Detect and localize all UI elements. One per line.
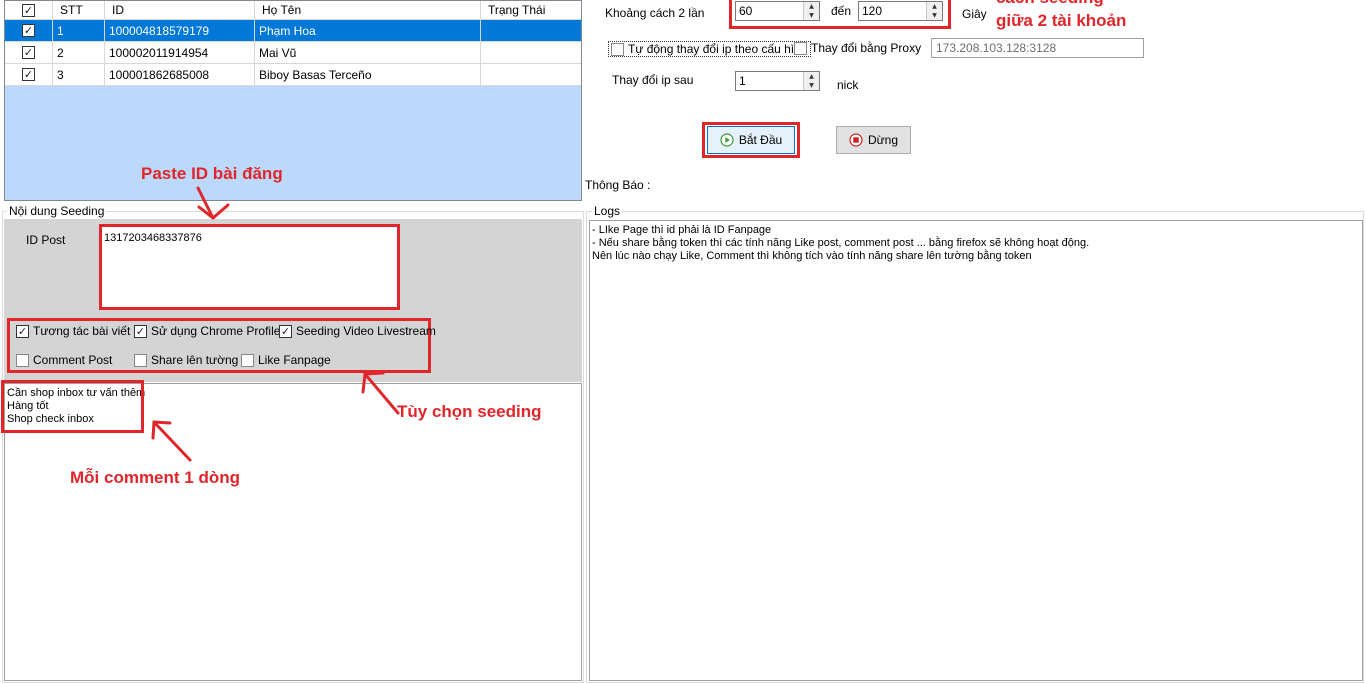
option-comment-post[interactable]: Comment Post [16, 353, 112, 367]
change-ip-value[interactable]: 1 [739, 74, 746, 88]
check-icon[interactable]: ✓ [22, 3, 35, 17]
annotation-paste-id: Paste ID bài đăng [141, 164, 283, 183]
table-row[interactable]: ✓ 1 100004818579179 Phạm Hoa [5, 20, 581, 42]
seeding-group-title: Nội dung Seeding [7, 204, 107, 218]
row-name: Phạm Hoa [255, 20, 481, 41]
interval-to-stepper[interactable]: 120 ▲ ▼ [858, 1, 943, 21]
proxy-input[interactable]: 173.208.103.128:3128 [931, 38, 1144, 58]
grid-header-row: ✓ STT ID Họ Tên Trạng Thái [5, 1, 581, 20]
header-name[interactable]: Họ Tên [255, 1, 481, 19]
row-checkbox[interactable]: ✓ [5, 42, 53, 63]
start-label: Bắt Đầu [738, 133, 783, 147]
header-stt[interactable]: STT [53, 1, 105, 19]
row-name: Mai Vũ [255, 42, 481, 63]
logs-group-title: Logs [592, 204, 623, 218]
notice-label: Thông Báo : [585, 178, 651, 192]
spin-up-icon[interactable]: ▲ [804, 2, 819, 11]
row-checkbox[interactable]: ✓ [5, 64, 53, 85]
checkbox-icon[interactable] [134, 353, 147, 367]
play-icon [720, 133, 734, 147]
check-icon[interactable]: ✓ [22, 68, 35, 81]
annotation-options: Tùy chọn seeding [397, 402, 542, 421]
start-button[interactable]: Bắt Đầu [707, 126, 795, 154]
check-icon[interactable]: ✓ [22, 46, 35, 59]
auto-ip-option[interactable]: Tự động thay đổi ip theo cấu hình [608, 41, 811, 57]
interval-label: Khoảng cách 2 lần [605, 6, 705, 20]
id-post-highlight-box [99, 224, 400, 310]
stop-icon [849, 133, 863, 147]
interval-unit: Giây [962, 7, 987, 21]
option-livestream-label: Seeding Video Livestream [296, 324, 436, 338]
comments-highlight-box [1, 380, 144, 433]
change-ip-unit: nick [837, 78, 859, 92]
row-name: Biboy Basas Terceño [255, 64, 481, 85]
seeding-options-panel: ID Post 1317203468337876 ✓ Tương tác bài… [4, 219, 582, 382]
row-stt: 3 [53, 64, 105, 85]
option-share-wall[interactable]: Share lên tường [134, 353, 238, 367]
checkbox-icon[interactable] [241, 353, 254, 367]
row-checkbox[interactable]: ✓ [5, 20, 53, 41]
table-row[interactable]: ✓ 2 100002011914954 Mai Vũ [5, 42, 581, 64]
proxy-label: Thay đổi bằng Proxy [811, 41, 922, 55]
option-chrome-profile-label: Sử dụng Chrome Profile [151, 324, 281, 338]
option-livestream[interactable]: ✓ Seeding Video Livestream [279, 324, 436, 338]
checkbox-icon[interactable] [611, 42, 624, 56]
interval-from-stepper[interactable]: 60 ▲ ▼ [735, 1, 820, 21]
log-line: Nên lúc nào chạy Like, Comment thì không… [592, 250, 1032, 262]
change-ip-stepper[interactable]: 1 ▲ ▼ [735, 71, 820, 91]
row-id: 100002011914954 [105, 42, 255, 63]
spin-buttons[interactable]: ▲ ▼ [803, 2, 819, 20]
stop-label: Dừng [867, 133, 899, 147]
row-stt: 2 [53, 42, 105, 63]
option-chrome-profile[interactable]: ✓ Sử dụng Chrome Profile [134, 324, 280, 338]
checkbox-icon[interactable] [16, 353, 29, 367]
header-select-all[interactable]: ✓ [5, 1, 53, 19]
spin-buttons[interactable]: ▲ ▼ [803, 72, 819, 90]
accounts-grid[interactable]: ✓ STT ID Họ Tên Trạng Thái ✓ 1 100004818… [4, 0, 582, 201]
spin-buttons[interactable]: ▲ ▼ [926, 2, 942, 20]
row-status [481, 42, 581, 63]
option-share-wall-label: Share lên tường [151, 353, 239, 367]
red-arrow-icon [361, 371, 400, 415]
proxy-option[interactable]: Thay đổi bằng Proxy [794, 41, 921, 55]
log-line: - Nếu share bằng token thì các tính năng… [592, 237, 1090, 249]
check-icon[interactable]: ✓ [16, 324, 29, 338]
option-like-fanpage[interactable]: Like Fanpage [241, 353, 331, 367]
stop-button[interactable]: Dừng [836, 126, 911, 154]
id-post-label: ID Post [26, 233, 66, 247]
row-status [481, 20, 581, 41]
option-interact-label: Tương tác bài viết [33, 324, 131, 338]
spin-up-icon[interactable]: ▲ [804, 72, 819, 81]
header-id[interactable]: ID [105, 1, 255, 19]
option-like-fanpage-label: Like Fanpage [258, 353, 331, 367]
spin-down-icon[interactable]: ▼ [804, 81, 819, 90]
red-arrow-icon [196, 186, 230, 220]
interval-to-label: đến [831, 4, 852, 18]
interval-to-value[interactable]: 120 [862, 4, 882, 18]
check-icon[interactable]: ✓ [134, 324, 147, 338]
row-id: 100001862685008 [105, 64, 255, 85]
log-line: - LIke Page thì id phải là ID Fanpage [592, 224, 772, 236]
row-id: 100004818579179 [105, 20, 255, 41]
spin-down-icon[interactable]: ▼ [804, 11, 819, 20]
row-status [481, 64, 581, 85]
checkbox-icon[interactable] [794, 41, 807, 55]
check-icon[interactable]: ✓ [279, 324, 292, 338]
red-arrow-icon [151, 420, 192, 462]
spin-down-icon[interactable]: ▼ [927, 11, 942, 20]
row-stt: 1 [53, 20, 105, 41]
annotation-one-per-line: Mỗi comment 1 dòng [70, 468, 240, 487]
spin-up-icon[interactable]: ▲ [927, 2, 942, 11]
logs-textarea[interactable]: - LIke Page thì id phải là ID Fanpage - … [589, 220, 1363, 681]
annotation-interval-line2: giữa 2 tài khoản [996, 11, 1127, 30]
option-comment-post-label: Comment Post [33, 353, 113, 367]
interval-from-value[interactable]: 60 [739, 4, 752, 18]
auto-ip-label: Tự động thay đổi ip theo cấu hình [628, 42, 808, 56]
check-icon[interactable]: ✓ [22, 24, 35, 37]
change-ip-label: Thay đổi ip sau [612, 73, 694, 87]
option-interact[interactable]: ✓ Tương tác bài viết [16, 324, 130, 338]
header-status[interactable]: Trạng Thái [481, 1, 581, 19]
table-row[interactable]: ✓ 3 100001862685008 Biboy Basas Terceño [5, 64, 581, 86]
annotation-interval-line1: cách seeding [996, 0, 1104, 8]
